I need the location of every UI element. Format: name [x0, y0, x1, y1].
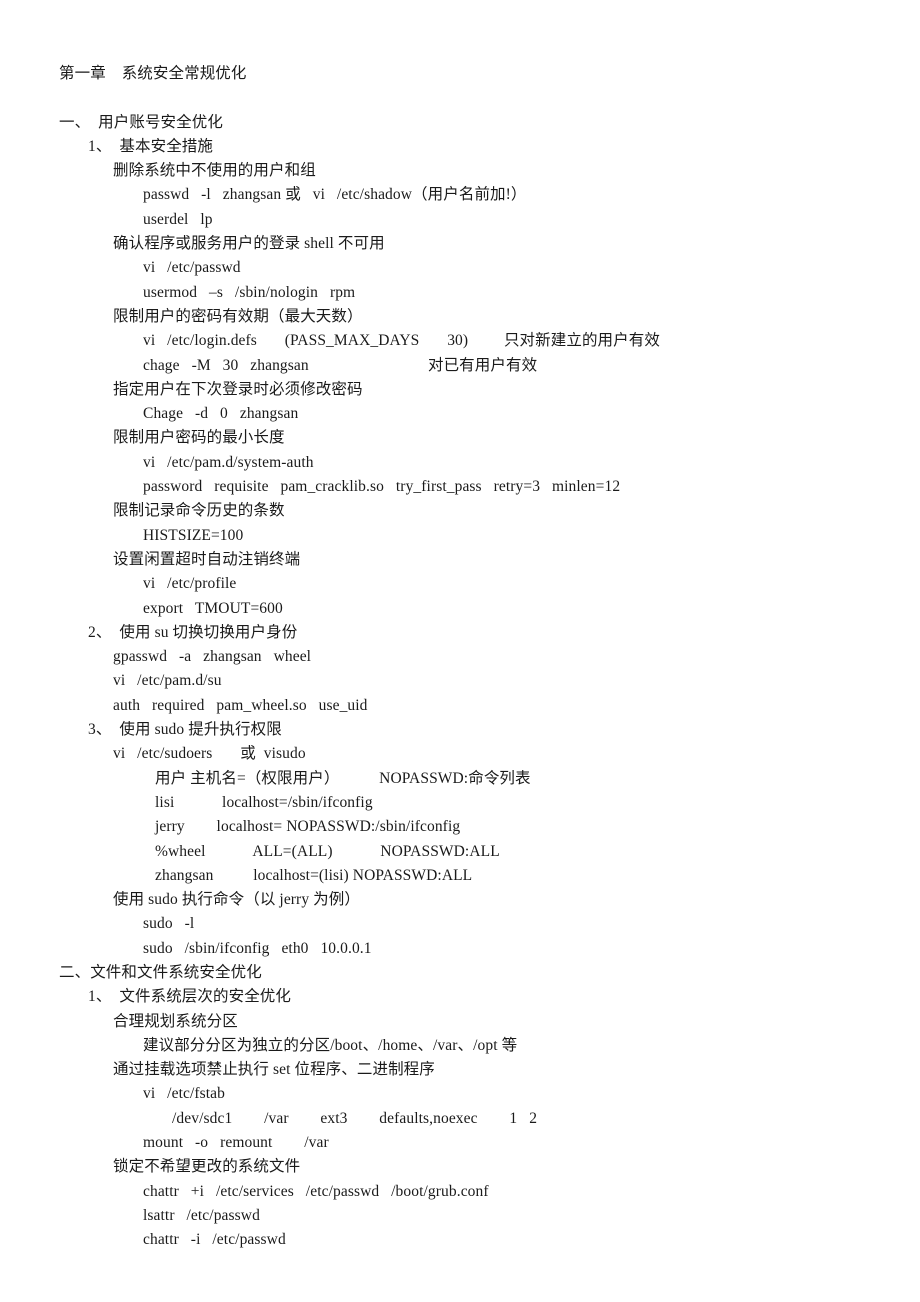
- sudoers-zhangsan: zhangsan localhost=(lisi) NOPASSWD:ALL: [155, 866, 473, 884]
- sec-2-heading: 二、文件和文件系统安全优化: [59, 963, 262, 981]
- sudoers-syntax: 用户 主机名=（权限用户） NOPASSWD:命令列表: [155, 769, 531, 787]
- limit-min-length: 限制用户密码的最小长度: [113, 429, 285, 447]
- force-change-next: 指定用户在下次登录时必须修改密码: [113, 380, 363, 398]
- sudoers-jerry: jerry localhost= NOPASSWD:/sbin/ifconfig: [155, 818, 461, 836]
- document-body: 第一章 系统安全常规优化 一、 用户账号安全优化 1、 基本安全措施删除系统中不使…: [0, 0, 920, 1253]
- cmd-vi-profile: vi /etc/profile: [143, 575, 237, 593]
- sec-1-2-heading: 2、 使用 su 切换切换用户身份: [88, 623, 298, 641]
- idle-logout: 设置闲置超时自动注销终端: [113, 550, 301, 568]
- limit-password-age: 限制用户的密码有效期（最大天数）: [113, 307, 363, 325]
- plan-partitions: 合理规划系统分区: [113, 1012, 238, 1030]
- cmd-vi-sudoers: vi /etc/sudoers 或 visudo: [113, 745, 306, 763]
- document-page: 第一章 系统安全常规优化 一、 用户账号安全优化 1、 基本安全措施删除系统中不使…: [0, 0, 920, 1302]
- cmd-chage-maxdays: chage -M 30 zhangsan 对已有用户有效: [143, 356, 538, 374]
- cmd-usermod-nologin: usermod –s /sbin/nologin rpm: [143, 283, 356, 301]
- cmd-sudo-list: sudo -l: [143, 915, 195, 933]
- sec-1-3-heading: 3、 使用 sudo 提升执行权限: [88, 721, 282, 739]
- cmd-userdel-lp: userdel lp: [143, 210, 213, 228]
- sudoers-lisi: lisi localhost=/sbin/ifconfig: [155, 793, 373, 811]
- use-sudo-example: 使用 sudo 执行命令（以 jerry 为例）: [113, 891, 360, 909]
- cmd-histsize: HISTSIZE=100: [143, 526, 244, 544]
- document-lines: 一、 用户账号安全优化 1、 基本安全措施删除系统中不使用的用户和组 passwd …: [0, 111, 920, 1253]
- partition-advice: 建议部分分区为独立的分区/boot、/home、/var、/opt 等: [143, 1036, 518, 1054]
- cmd-export-tmout: export TMOUT=600: [143, 599, 283, 617]
- confirm-nologin: 确认程序或服务用户的登录 shell 不可用: [113, 235, 385, 253]
- remove-unused-users: 删除系统中不使用的用户和组: [113, 162, 316, 180]
- sec-1-1-heading: 1、 基本安全措施: [88, 137, 214, 155]
- mount-noexec: 通过挂载选项禁止执行 set 位程序、二进制程序: [113, 1061, 435, 1079]
- cmd-vi-passwd: vi /etc/passwd: [143, 259, 241, 277]
- cmd-vi-fstab: vi /etc/fstab: [143, 1085, 225, 1103]
- cmd-lsattr: lsattr /etc/passwd: [143, 1206, 260, 1224]
- lock-system-files: 锁定不希望更改的系统文件: [113, 1158, 301, 1176]
- cmd-sudo-ifconfig: sudo /sbin/ifconfig eth0 10.0.0.1: [143, 939, 372, 957]
- cmd-gpasswd-wheel: gpasswd -a zhangsan wheel: [113, 648, 312, 666]
- cmd-chattr-remove: chattr -i /etc/passwd: [143, 1231, 286, 1249]
- sudoers-wheel: %wheel ALL=(ALL) NOPASSWD:ALL: [155, 842, 500, 860]
- cmd-vi-system-auth: vi /etc/pam.d/system-auth: [143, 453, 314, 471]
- sec-1-heading: 一、 用户账号安全优化: [59, 113, 223, 131]
- fstab-entry: /dev/sdc1 /var ext3 defaults,noexec 1 2: [172, 1109, 538, 1127]
- title-spacer: [0, 86, 920, 110]
- sec-2-1-heading: 1、 文件系统层次的安全优化: [88, 988, 292, 1006]
- cmd-vi-login-defs: vi /etc/login.defs (PASS_MAX_DAYS 30) 只对…: [143, 332, 660, 350]
- cmd-chage-d0: Chage -d 0 zhangsan: [143, 405, 299, 423]
- limit-history-size: 限制记录命令历史的条数: [113, 502, 285, 520]
- chapter-title: 第一章 系统安全常规优化: [59, 65, 247, 82]
- cmd-pam-cracklib: password requisite pam_cracklib.so try_f…: [143, 478, 621, 496]
- cmd-vi-pam-su: vi /etc/pam.d/su: [113, 672, 222, 690]
- cmd-passwd-lock: passwd -l zhangsan 或 vi /etc/shadow（用户名前…: [143, 186, 527, 204]
- cmd-chattr-add: chattr +i /etc/services /etc/passwd /boo…: [143, 1182, 489, 1200]
- cmd-mount-remount: mount -o remount /var: [143, 1134, 329, 1152]
- cmd-pam-wheel: auth required pam_wheel.so use_uid: [113, 696, 368, 714]
